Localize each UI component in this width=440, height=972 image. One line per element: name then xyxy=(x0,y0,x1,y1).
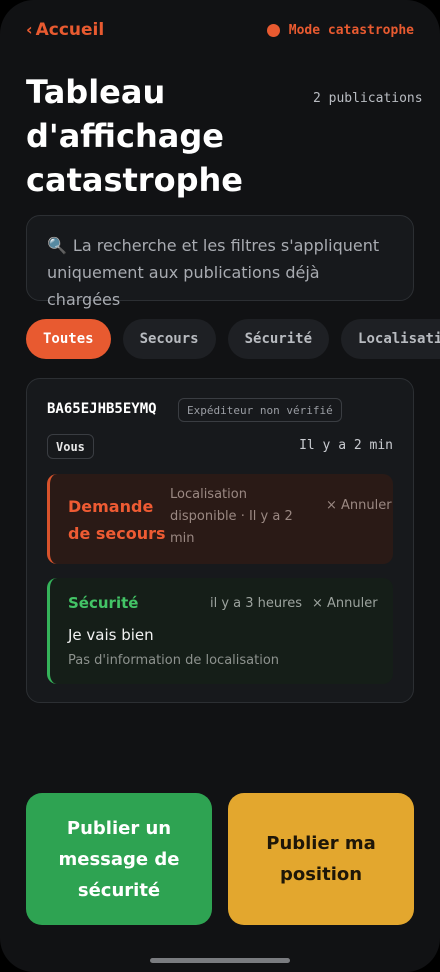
filter-chip-all[interactable]: Toutes xyxy=(26,319,111,359)
sender-id: BA65EJHB5EYMQ xyxy=(47,401,157,417)
chevron-left-icon: ‹ xyxy=(26,20,33,39)
post-position-button[interactable]: Publier ma position xyxy=(228,793,414,925)
post-kind: Demande de secours xyxy=(68,497,166,543)
mode-label: Mode catastrophe xyxy=(288,23,414,38)
back-label: Accueil xyxy=(35,20,105,40)
you-badge: Vous xyxy=(47,434,94,459)
phone-screen: ‹ Accueil Mode catastrophe Tableau d'affi… xyxy=(0,0,440,972)
rescue-request-post: Demande de secours Localisation disponib… xyxy=(47,474,393,564)
top-bar: ‹ Accueil Mode catastrophe xyxy=(26,20,414,44)
filter-chip-rescue[interactable]: Secours xyxy=(122,319,216,359)
disaster-mode-indicator: Mode catastrophe xyxy=(266,23,414,38)
post-safety-message-button[interactable]: Publier un message de sécurité xyxy=(26,793,212,925)
filter-chip-location[interactable]: Localisation xyxy=(341,319,440,359)
sender-card: BA65EJHB5EYMQ Expéditeur non vérifié Vou… xyxy=(26,378,414,703)
cancel-button[interactable]: × Annuler xyxy=(312,596,378,611)
page-title: Tableau d'affichage catastrophe xyxy=(26,73,243,199)
cancel-label: × Annuler xyxy=(326,498,392,513)
filter-chips: Toutes Secours Sécurité Localisation xyxy=(26,319,440,359)
button-label: Publier ma position xyxy=(266,833,376,885)
notice-text: La recherche et les filtres s'appliquent… xyxy=(47,236,380,309)
home-indicator[interactable] xyxy=(150,958,290,963)
safety-post: Sécurité il y a 3 heures × Annuler Je va… xyxy=(47,578,393,684)
status-dot-icon xyxy=(266,24,280,37)
button-label: Publier un message de sécurité xyxy=(58,817,180,901)
unverified-badge: Expéditeur non vérifié xyxy=(178,398,342,422)
post-timestamp: il y a 3 heures xyxy=(210,596,302,611)
filter-chip-safety[interactable]: Sécurité xyxy=(227,319,330,359)
cancel-label: × Annuler xyxy=(312,596,378,611)
post-kind: Sécurité xyxy=(68,594,139,612)
back-link[interactable]: ‹ Accueil xyxy=(26,20,104,40)
filter-notice: 🔍 La recherche et les filtres s'appliquen… xyxy=(26,215,414,309)
publication-count: 2 publications xyxy=(313,91,423,106)
post-message: Je vais bien xyxy=(68,626,154,644)
post-location: Pas d'information de localisation xyxy=(68,653,280,668)
cancel-button[interactable]: × Annuler xyxy=(326,494,392,518)
post-location: Localisation disponible · Il y a 2 min xyxy=(170,487,293,546)
search-icon: 🔍 xyxy=(47,236,67,255)
card-timestamp: Il y a 2 min xyxy=(299,438,393,453)
